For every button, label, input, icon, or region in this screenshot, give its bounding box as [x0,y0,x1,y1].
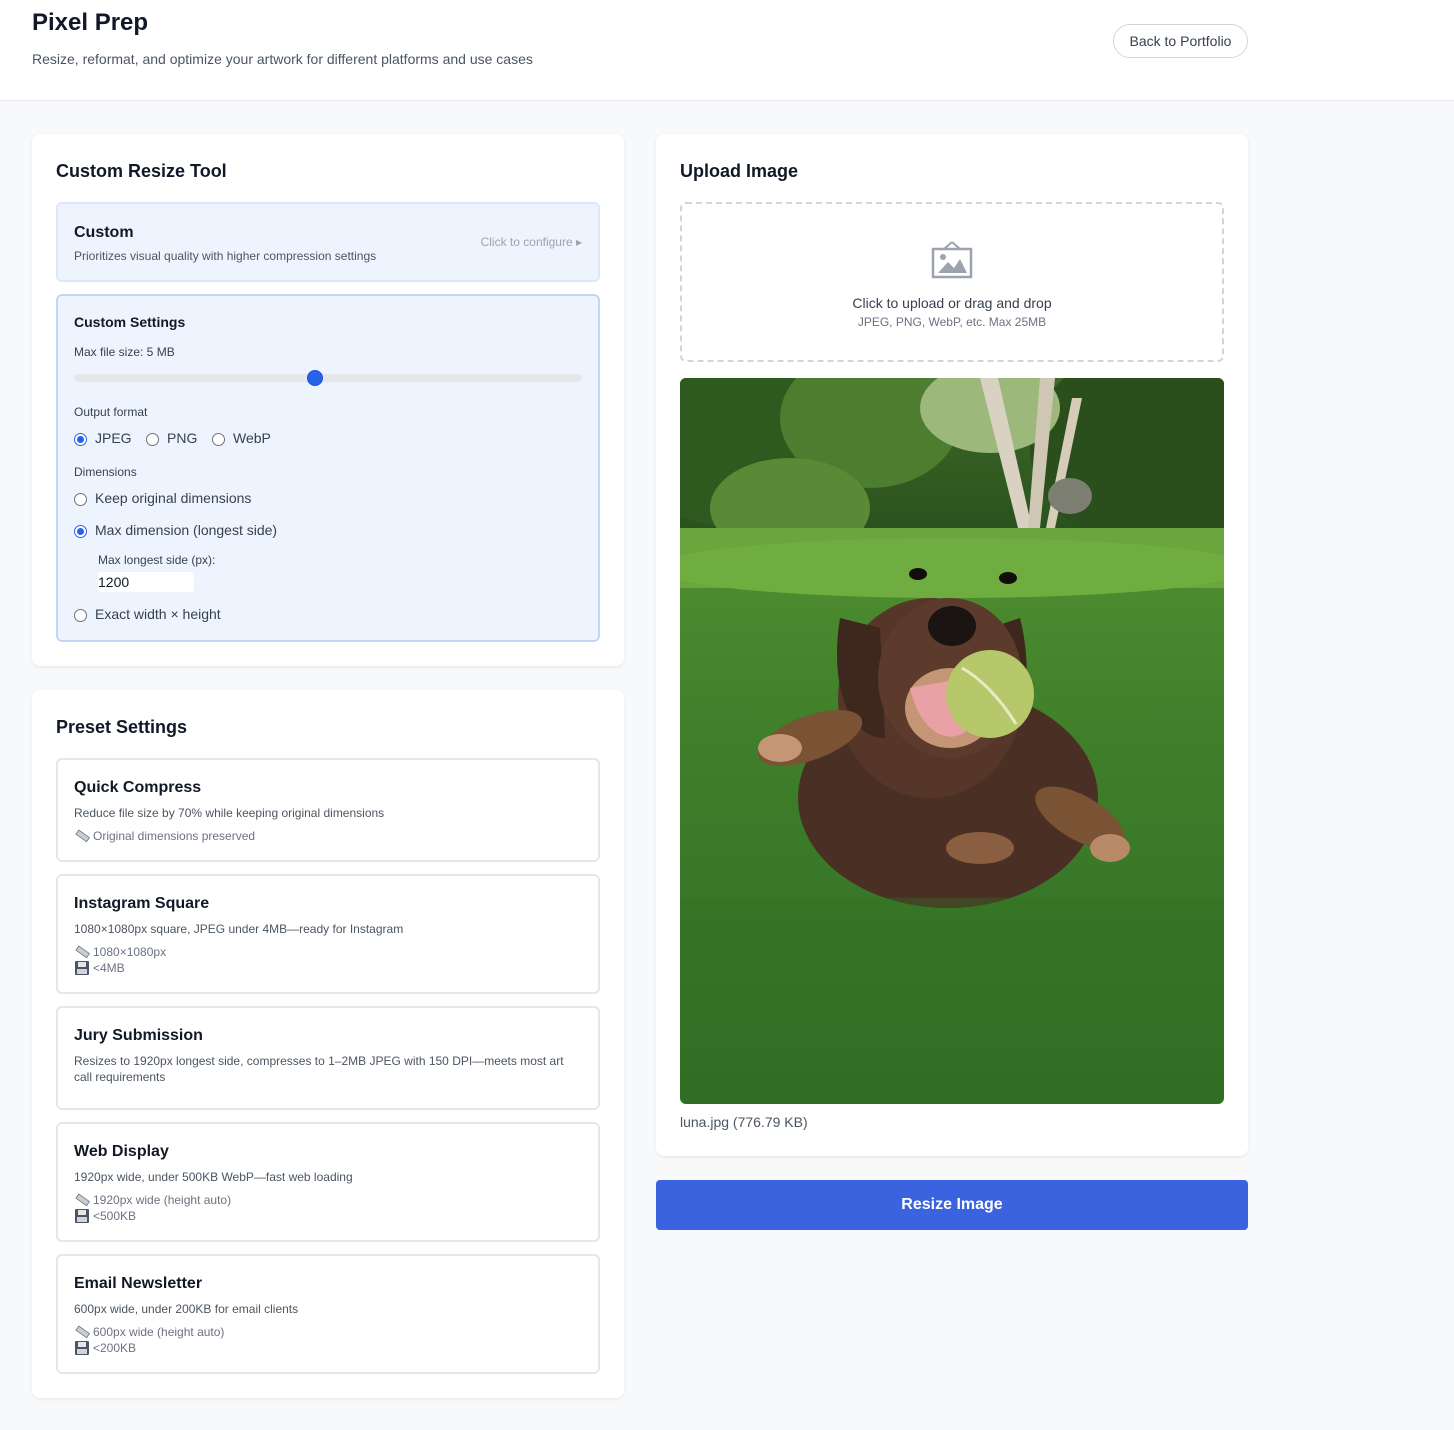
preset-name: Web Display [74,1143,169,1160]
preset-dims: 1920px wide (height auto) [74,1193,231,1207]
preset-size: <200KB [74,1341,136,1355]
max-side-label: Max longest side (px): [98,553,216,567]
preset-description: 1080×1080px square, JPEG under 4MB—ready… [74,922,404,936]
image-placeholder-icon [931,241,973,279]
resize-image-button[interactable]: Resize Image [656,1180,1248,1230]
format-radio-png[interactable] [146,433,159,446]
max-side-value: 1200 [98,574,130,590]
preset-dims: Original dimensions preserved [74,829,255,843]
custom-resize-title: Custom Resize Tool [56,161,227,181]
uploaded-image-preview [680,378,1224,1104]
custom-option-hint: Click to configure ▸ [480,235,582,249]
custom-settings-panel: Custom Settings Max file size: 5 MB Outp… [56,294,600,642]
app-subtitle: Resize, reformat, and optimize your artw… [32,51,533,67]
app-title: Pixel Prep [32,9,149,36]
ruler-icon [75,945,90,959]
floppy-disk-icon [75,961,89,975]
preset-description: Resizes to 1920px longest side, compress… [74,1054,564,1084]
custom-resize-card: Custom Resize Tool Custom Prioritizes vi… [32,134,624,666]
ruler-icon [75,1325,90,1339]
format-radio-webp[interactable] [212,433,225,446]
format-radio-jpeg[interactable] [74,433,87,446]
app-header: Pixel Prep Resize, reformat, and optimiz… [0,0,1454,101]
file-size-slider-track[interactable] [74,374,582,382]
max-side-input[interactable]: 1200 [98,572,194,592]
ruler-icon [75,829,90,843]
custom-option-name: Custom [74,224,134,241]
format-label-webp: WebP [233,430,271,446]
preset-email-newsletter[interactable]: Email Newsletter 600px wide, under 200KB… [56,1254,600,1374]
dropzone-instruction: Click to upload or drag and drop [852,295,1052,311]
dimension-label-exact: Exact width × height [95,606,221,622]
preset-name: Jury Submission [74,1027,203,1044]
dimension-label-max-dimension: Max dimension (longest side) [95,522,278,538]
preset-settings-card: Preset Settings Quick Compress Reduce fi… [32,690,624,1398]
format-label-png: PNG [167,430,198,446]
custom-option-description: Prioritizes visual quality with higher c… [74,249,377,263]
custom-settings-title: Custom Settings [74,314,186,330]
output-format-label: Output format [74,405,148,419]
dimension-radio-keep-original[interactable] [74,493,87,506]
upload-title: Upload Image [680,161,799,181]
upload-card: Upload Image Click to upload or drag and… [656,134,1248,1156]
max-file-size-label: Max file size: 5 MB [74,345,175,359]
preset-web-display[interactable]: Web Display 1920px wide, under 500KB Web… [56,1122,600,1242]
floppy-disk-icon [75,1209,89,1223]
preset-name: Quick Compress [74,779,202,796]
preset-description: Reduce file size by 70% while keeping or… [74,806,385,820]
dimension-label-keep-original: Keep original dimensions [95,490,252,506]
file-size-slider-thumb[interactable] [307,370,324,386]
preset-settings-title: Preset Settings [56,717,188,737]
preset-jury-submission[interactable]: Jury Submission Resizes to 1920px longes… [56,1006,600,1110]
custom-option[interactable]: Custom Prioritizes visual quality with h… [56,202,600,282]
preset-description: 1920px wide, under 500KB WebP—fast web l… [74,1170,353,1184]
back-to-portfolio-button[interactable]: Back to Portfolio [1113,24,1248,58]
preset-size: <4MB [74,961,125,975]
preset-dims: 1080×1080px [74,945,166,959]
preset-instagram-square[interactable]: Instagram Square 1080×1080px square, JPE… [56,874,600,994]
preset-dims: 600px wide (height auto) [74,1325,224,1339]
upload-dropzone[interactable]: Click to upload or drag and drop JPEG, P… [680,202,1224,362]
preset-name: Email Newsletter [74,1275,203,1292]
ruler-icon [75,1193,90,1207]
dimensions-label: Dimensions [74,465,137,479]
preset-quick-compress[interactable]: Quick Compress Reduce file size by 70% w… [56,758,600,862]
format-label-jpeg: JPEG [95,430,132,446]
floppy-disk-icon [75,1341,89,1355]
dimension-radio-max-dimension[interactable] [74,525,87,538]
dropzone-formats: JPEG, PNG, WebP, etc. Max 25MB [857,315,1047,329]
uploaded-file-info: luna.jpg (776.79 KB) [680,1114,808,1130]
preset-description: 600px wide, under 200KB for email client… [74,1302,299,1316]
dimension-radio-exact[interactable] [74,609,87,622]
preset-name: Instagram Square [74,895,210,912]
preset-size: <500KB [74,1209,136,1223]
